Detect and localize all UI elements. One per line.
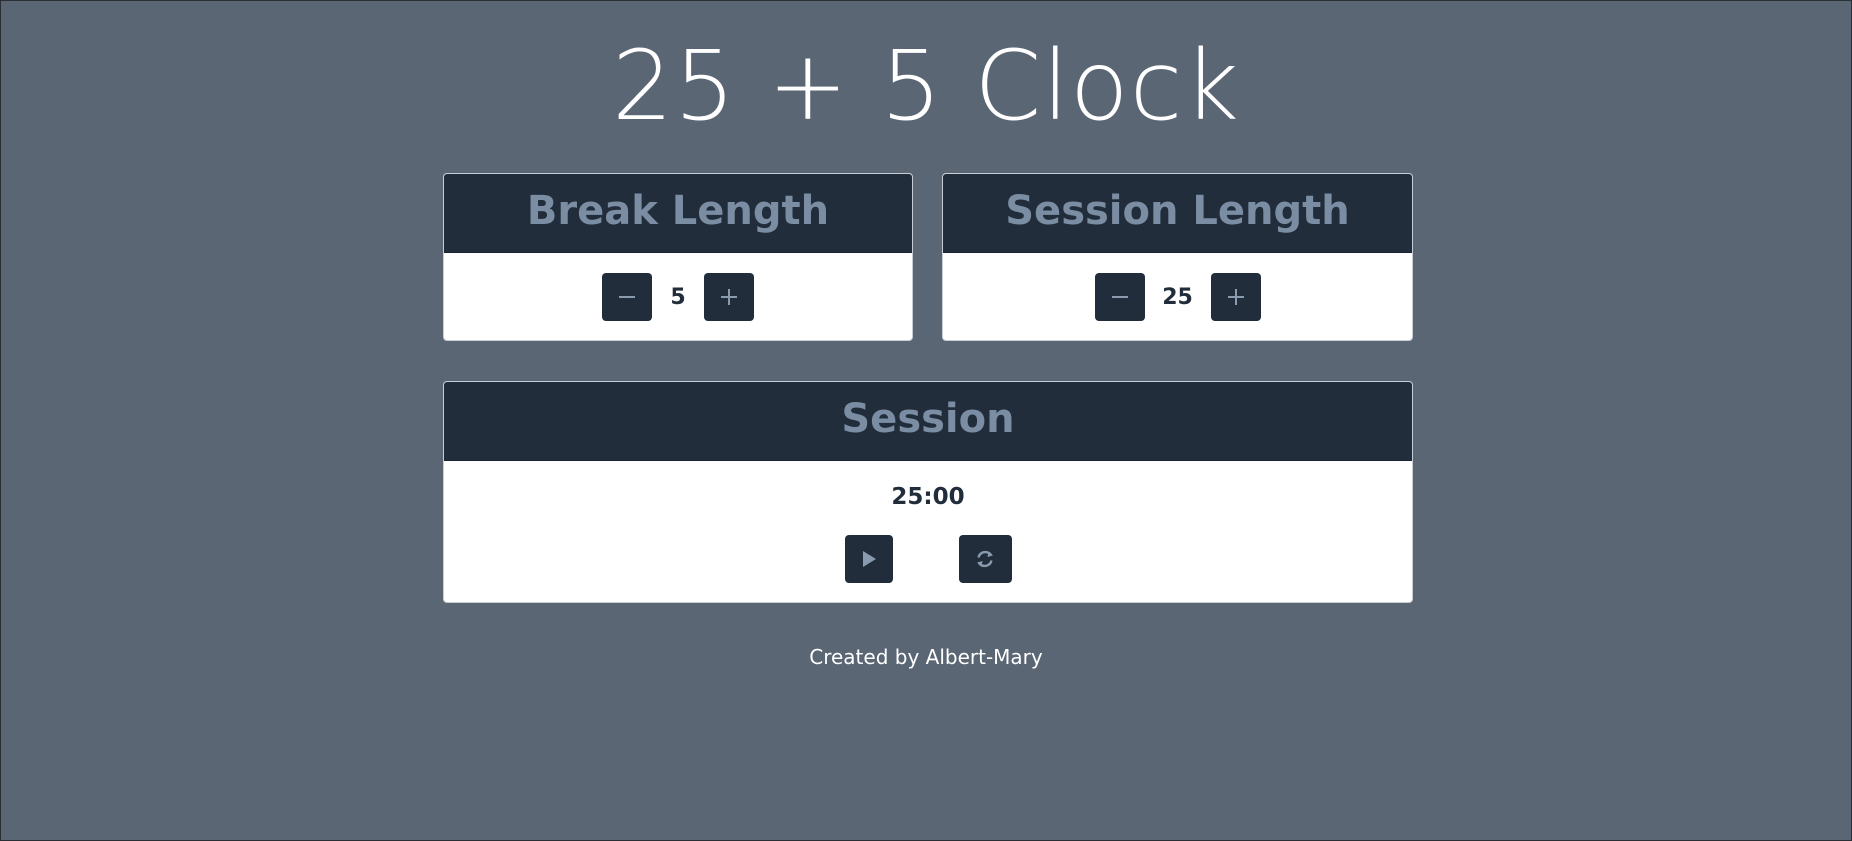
session-increment-button[interactable] (1210, 273, 1261, 321)
timer-card: Session 25:00 (443, 381, 1413, 603)
time-left-display: 25:00 (891, 484, 965, 510)
minus-icon (619, 296, 635, 298)
session-length-label: Session Length (943, 174, 1412, 253)
footer-credit: Created by Albert-Mary (809, 645, 1043, 669)
reset-button[interactable] (958, 535, 1012, 583)
plus-icon (1227, 289, 1244, 305)
break-length-label: Break Length (444, 174, 912, 253)
session-length-value: 25 (1162, 284, 1193, 310)
break-length-value: 5 (670, 284, 686, 310)
break-increment-button[interactable] (704, 273, 754, 321)
refresh-icon (977, 550, 993, 568)
play-icon (862, 551, 876, 567)
page-title: 25 + 5 Clock (611, 30, 1241, 142)
break-length-controls: 5 (444, 253, 912, 340)
timer-controls (444, 535, 1412, 583)
plus-icon (721, 289, 737, 305)
session-length-card: Session Length 25 (942, 173, 1413, 341)
break-decrement-button[interactable] (602, 273, 652, 321)
minus-icon (1111, 296, 1128, 298)
session-decrement-button[interactable] (1094, 273, 1145, 321)
break-length-card: Break Length 5 (443, 173, 913, 341)
session-length-controls: 25 (943, 253, 1412, 340)
timer-label: Session (444, 382, 1412, 461)
start-stop-button[interactable] (844, 535, 893, 583)
